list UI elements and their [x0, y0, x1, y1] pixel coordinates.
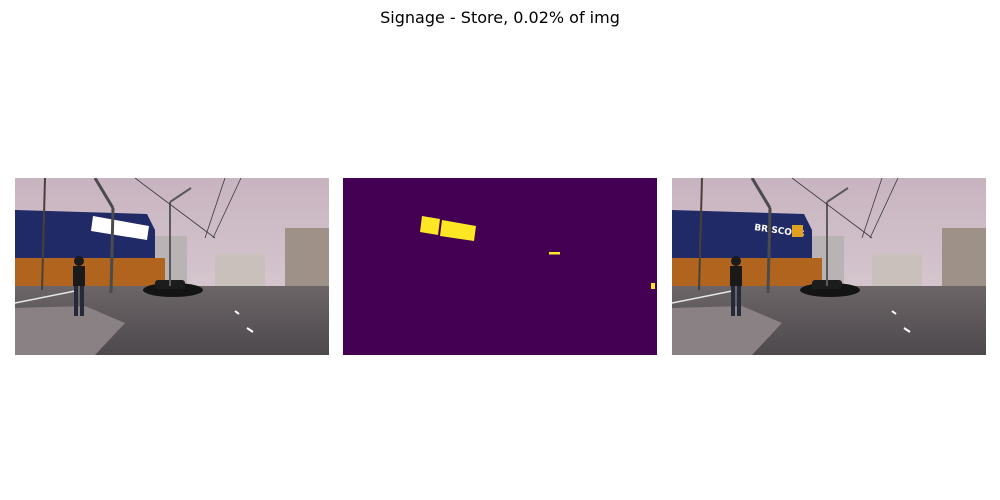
building [215, 254, 265, 288]
figure-title: Signage - Store, 0.02% of img [380, 8, 620, 27]
person [730, 266, 742, 286]
mask-region [420, 216, 440, 235]
mask-region [549, 252, 560, 255]
mask-region [651, 283, 655, 289]
person [73, 266, 85, 286]
building [872, 254, 922, 288]
store-front [672, 258, 822, 286]
original-image-panel: BRISCOES [672, 178, 986, 355]
original-street-scene: BRISCOES [672, 178, 986, 355]
mask-background [343, 178, 657, 355]
store-logo [792, 225, 803, 237]
masked-street-scene [15, 178, 329, 355]
masked-image-panel [15, 178, 329, 355]
mask-panel [343, 178, 657, 355]
segmentation-mask [343, 178, 657, 355]
store-front [15, 258, 165, 286]
